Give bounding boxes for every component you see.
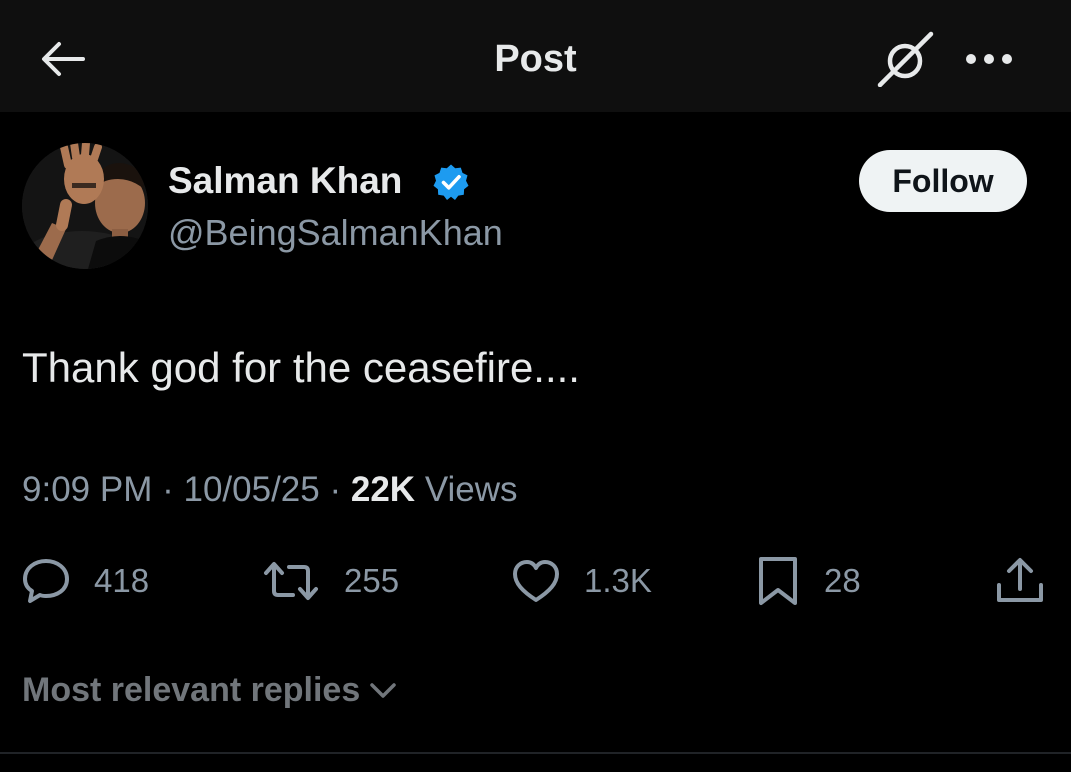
more-horizontal-icon (966, 54, 1012, 64)
more-options-button[interactable] (960, 36, 1018, 82)
profile-photo (22, 143, 148, 269)
share-button[interactable] (994, 555, 1046, 607)
replies-sort-dropdown[interactable]: Most relevant replies (22, 667, 398, 713)
author-handle[interactable]: @BeingSalmanKhan (168, 208, 503, 258)
verified-badge-icon (433, 164, 469, 200)
reply-icon (23, 559, 69, 603)
repost-icon (264, 562, 318, 600)
repost-button[interactable]: 255 (262, 555, 399, 607)
top-bar: Post (0, 0, 1071, 112)
bookmark-button[interactable]: 28 (756, 555, 861, 607)
views-label: Views (424, 470, 518, 509)
bookmark-icon (759, 557, 797, 605)
grok-icon (877, 31, 934, 87)
replies-sort-label: Most relevant replies (22, 671, 361, 709)
author-display-name[interactable]: Salman Khan (168, 156, 402, 206)
bookmark-count: 28 (824, 562, 861, 599)
views-count[interactable]: 22K (351, 470, 415, 509)
grok-button[interactable] (874, 30, 938, 88)
post-text: Thank god for the ceasefire.... (22, 344, 580, 391)
chevron-down-icon (368, 675, 398, 705)
meta-separator: · (162, 470, 174, 509)
reply-count: 418 (94, 562, 150, 599)
like-button[interactable]: 1.3K (512, 555, 652, 607)
reply-button[interactable]: 418 (22, 555, 149, 607)
post-meta: 9:09 PM · 10/05/25 · 22K Views (22, 466, 518, 514)
divider (0, 752, 1071, 754)
like-count: 1.3K (584, 562, 652, 599)
avatar[interactable] (22, 143, 148, 269)
repost-count: 255 (344, 562, 400, 599)
follow-button[interactable]: Follow (859, 150, 1027, 212)
heart-icon (513, 560, 559, 602)
post-date[interactable]: 10/05/25 (183, 470, 319, 509)
share-icon (997, 558, 1043, 602)
meta-separator: · (329, 470, 342, 509)
post-time[interactable]: 9:09 PM (22, 470, 152, 509)
